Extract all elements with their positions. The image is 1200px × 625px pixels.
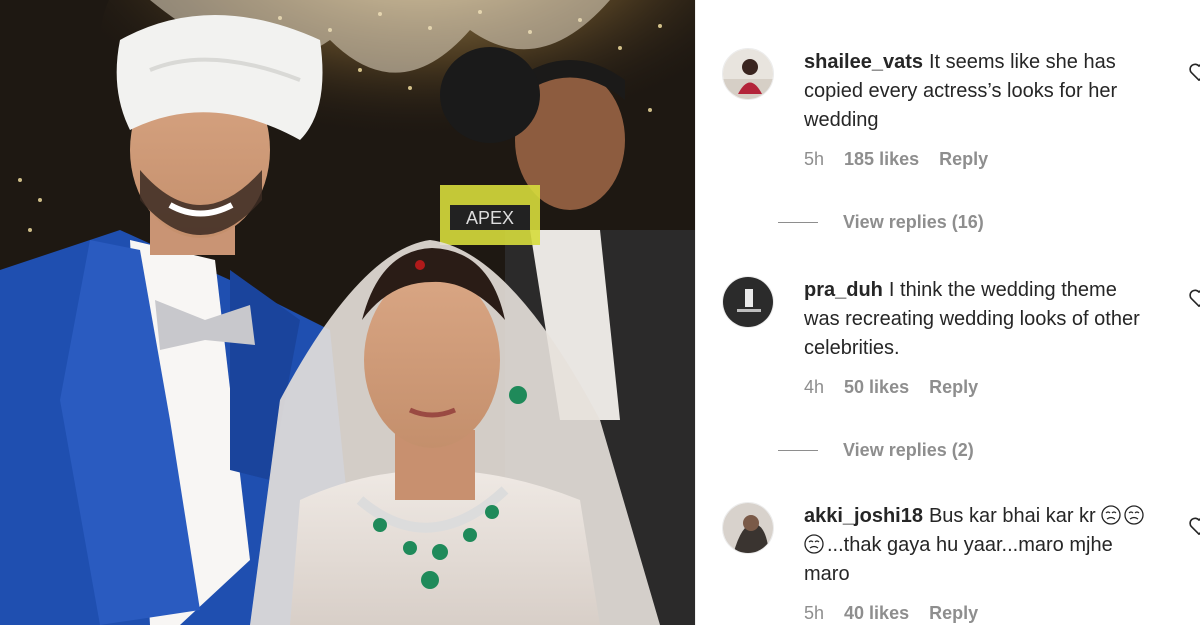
avatar[interactable] (722, 276, 774, 328)
reply-button[interactable]: Reply (939, 149, 988, 170)
comment-text: shailee_vats It seems like she has copied… (804, 48, 1154, 135)
reply-button[interactable]: Reply (929, 603, 978, 624)
replies-dash (778, 222, 818, 223)
earring (509, 386, 527, 404)
comment-meta: 5h 40 likes Reply (804, 603, 1154, 624)
reply-button[interactable]: Reply (929, 377, 978, 398)
crying-face-emoji (1101, 505, 1121, 525)
heart-icon[interactable] (1188, 288, 1200, 308)
heart-icon[interactable] (1188, 516, 1200, 536)
view-replies-label: View replies (2) (843, 440, 974, 460)
view-replies-label: View replies (16) (843, 212, 984, 232)
comment-meta: 4h 50 likes Reply (804, 377, 1154, 398)
comment-time[interactable]: 4h (804, 377, 824, 398)
comment-meta: 5h 185 likes Reply (804, 149, 1154, 170)
crying-face-emoji (804, 534, 824, 554)
vest-text: APEX (466, 208, 514, 228)
like-count[interactable]: 50 likes (844, 377, 909, 398)
crying-face-emoji (1124, 505, 1144, 525)
like-count[interactable]: 185 likes (844, 149, 919, 170)
heart-icon[interactable] (1188, 62, 1200, 82)
avatar[interactable] (722, 48, 774, 100)
bride-face (364, 272, 500, 448)
comment-text: akki_joshi18 Bus kar bhai kar kr ...thak … (804, 502, 1154, 589)
avatar[interactable] (722, 502, 774, 554)
username[interactable]: shailee_vats (804, 51, 923, 73)
comment-time[interactable]: 5h (804, 603, 824, 624)
wedding-photo: APEX (0, 0, 695, 625)
comment-text: pra_duh I think the wedding theme was rec… (804, 276, 1154, 363)
comment-content-end: ...thak gaya hu yaar...maro mjhe maro (804, 534, 1113, 585)
replies-dash (778, 450, 818, 451)
like-count[interactable]: 40 likes (844, 603, 909, 624)
view-replies-button[interactable]: View replies (2) (778, 440, 974, 461)
comment-time[interactable]: 5h (804, 149, 824, 170)
comment-content-start: Bus kar bhai kar kr (928, 505, 1096, 527)
username[interactable]: pra_duh (804, 279, 883, 301)
view-replies-button[interactable]: View replies (16) (778, 212, 984, 233)
photo-illustration: APEX (0, 0, 695, 625)
comments-panel: shailee_vats It seems like she has copied… (696, 0, 1200, 625)
username[interactable]: akki_joshi18 (804, 505, 923, 527)
